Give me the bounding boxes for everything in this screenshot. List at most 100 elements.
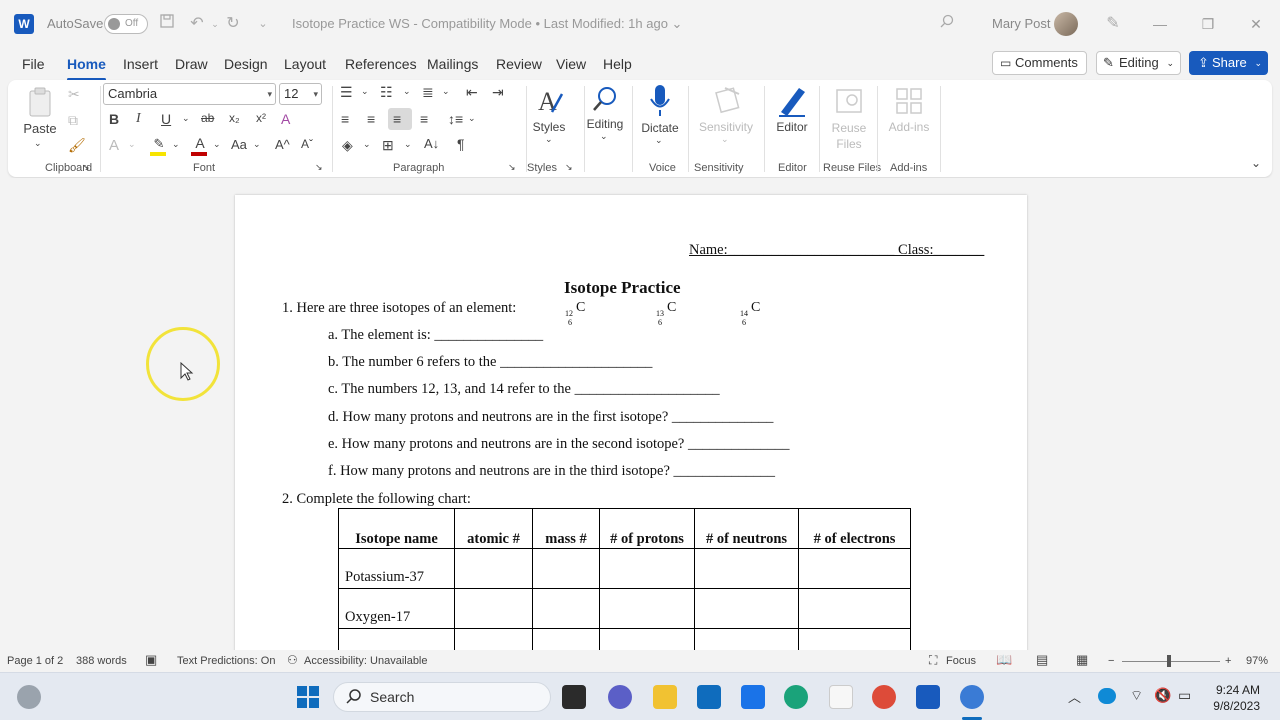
weather-icon[interactable] xyxy=(17,685,41,709)
highlight-icon[interactable]: ✎ xyxy=(150,135,168,157)
find-icon[interactable] xyxy=(590,84,620,114)
taskbar-search[interactable]: Search xyxy=(333,682,551,712)
show-formatting-marks-icon[interactable]: ¶ xyxy=(457,136,465,152)
highlight-dropdown-icon[interactable]: ⌄ xyxy=(172,139,180,150)
snipping-tool-icon[interactable] xyxy=(829,685,853,709)
tab-references[interactable]: References xyxy=(345,56,417,72)
superscript-icon[interactable]: x² xyxy=(256,111,266,125)
multilevel-dropdown-icon[interactable]: ⌄ xyxy=(442,86,450,97)
table-cell[interactable]: Potassium-37 xyxy=(338,548,455,589)
zoom-slider[interactable] xyxy=(1122,661,1220,662)
editor-label[interactable]: Editor xyxy=(770,120,814,134)
reuse-files-label[interactable]: Reuse Files xyxy=(826,120,872,152)
styles-dropdown-icon[interactable]: ⌄ xyxy=(545,134,553,145)
paste-dropdown-icon[interactable]: ⌄ xyxy=(34,138,42,149)
sensitivity-icon[interactable] xyxy=(713,84,743,114)
close-icon[interactable]: ✕ xyxy=(1244,12,1268,36)
table-cell[interactable] xyxy=(599,588,695,629)
avatar[interactable] xyxy=(1054,12,1078,36)
table-cell[interactable] xyxy=(599,548,695,589)
editor-icon[interactable] xyxy=(775,84,809,118)
redo-icon[interactable]: ↻ xyxy=(222,13,244,35)
borders-icon[interactable]: ⊞ xyxy=(382,137,394,154)
paste-label[interactable]: Paste xyxy=(22,121,58,136)
tab-view[interactable]: View xyxy=(556,56,586,72)
tab-mailings[interactable]: Mailings xyxy=(427,56,478,72)
show-hidden-icons-icon[interactable]: ︿ xyxy=(1068,687,1081,706)
bullets-icon[interactable]: ☰ xyxy=(340,84,353,101)
addins-label[interactable]: Add-ins xyxy=(884,120,934,134)
numbering-icon[interactable]: ☷ xyxy=(380,84,393,101)
text-effects-icon[interactable]: A xyxy=(109,137,119,154)
text-effects-dropdown-icon[interactable]: ⌄ xyxy=(128,139,136,150)
windows-start-icon[interactable] xyxy=(296,685,320,709)
shading-dropdown-icon[interactable]: ⌄ xyxy=(363,139,371,150)
dialog-launcher-icon[interactable]: ↘ xyxy=(508,162,516,173)
system-clock[interactable]: 9:24 AM 9/8/2023 xyxy=(1204,682,1260,714)
font-name-combo[interactable]: Cambria ▾ xyxy=(103,83,276,105)
wifi-icon[interactable]: ⌔ xyxy=(1130,687,1143,705)
focus-button[interactable]: Focus xyxy=(946,655,976,667)
edge-icon[interactable] xyxy=(784,685,808,709)
dictate-dropdown-icon[interactable]: ⌄ xyxy=(655,135,663,146)
subscript-icon[interactable]: x₂ xyxy=(229,111,240,125)
editing-dropdown-icon[interactable]: ⌄ xyxy=(600,131,608,142)
document-title[interactable]: Isotope Practice WS - Compatibility Mode… xyxy=(292,16,682,32)
align-left-icon[interactable]: ≡ xyxy=(341,111,349,127)
document-canvas[interactable]: Name:_______________________ Class:_____… xyxy=(0,178,1280,650)
text-predictions-status[interactable]: Text Predictions: On xyxy=(177,655,275,667)
mail-icon[interactable] xyxy=(741,685,765,709)
proofing-icon[interactable]: ▣ xyxy=(145,652,157,668)
dialog-launcher-icon[interactable]: ↘ xyxy=(315,162,323,173)
table-cell[interactable] xyxy=(798,628,911,650)
dialog-launcher-icon[interactable]: ↘ xyxy=(565,162,573,173)
collapse-ribbon-icon[interactable]: ⌄ xyxy=(1251,156,1261,170)
sort-icon[interactable]: A↓ xyxy=(424,136,439,151)
tab-file[interactable]: File xyxy=(22,56,45,72)
line-spacing-icon[interactable]: ↕≡ xyxy=(448,111,463,127)
minimize-icon[interactable]: — xyxy=(1148,12,1172,36)
dialog-launcher-icon[interactable]: ↘ xyxy=(82,162,90,173)
strikethrough-icon[interactable]: ab xyxy=(201,111,214,125)
autosave-toggle[interactable]: Off xyxy=(104,14,148,34)
font-color-dropdown-icon[interactable]: ⌄ xyxy=(213,139,221,150)
grow-font-icon[interactable]: A^ xyxy=(275,137,290,152)
tab-draw[interactable]: Draw xyxy=(175,56,208,72)
zoom-in-icon[interactable]: + xyxy=(1225,655,1231,667)
change-case-dropdown-icon[interactable]: ⌄ xyxy=(253,139,261,150)
battery-icon[interactable]: ▭ xyxy=(1178,687,1191,704)
chrome-icon[interactable] xyxy=(872,685,896,709)
underline-icon[interactable]: U xyxy=(161,111,171,127)
file-explorer-icon[interactable] xyxy=(653,685,677,709)
decrease-indent-icon[interactable]: ⇤ xyxy=(466,84,478,101)
table-cell[interactable] xyxy=(798,588,911,629)
multilevel-list-icon[interactable]: ≣ xyxy=(422,84,434,101)
page-count[interactable]: Page 1 of 2 xyxy=(7,655,63,667)
table-cell[interactable] xyxy=(532,548,600,589)
bullets-dropdown-icon[interactable]: ⌄ xyxy=(361,86,369,97)
addins-icon[interactable] xyxy=(894,86,924,116)
read-mode-icon[interactable]: 📖 xyxy=(996,652,1012,668)
italic-icon[interactable]: I xyxy=(136,111,141,127)
tab-home[interactable]: Home xyxy=(67,56,106,81)
paste-icon[interactable] xyxy=(26,86,54,118)
zoom-out-icon[interactable]: − xyxy=(1108,655,1114,667)
pen-icon[interactable]: ✎ xyxy=(1102,13,1124,35)
tab-layout[interactable]: Layout xyxy=(284,56,326,72)
align-center-icon[interactable]: ≡ xyxy=(367,111,375,127)
isotope-chart-table[interactable]: Isotope name atomic # mass # # of proton… xyxy=(338,508,911,650)
table-cell[interactable] xyxy=(454,548,533,589)
table-cell[interactable] xyxy=(454,588,533,629)
onedrive-icon[interactable] xyxy=(1098,688,1116,704)
copy-icon[interactable]: ⧉ xyxy=(68,112,78,129)
web-layout-icon[interactable]: ▦ xyxy=(1076,652,1088,668)
zoom-slider-thumb[interactable] xyxy=(1167,655,1171,667)
customize-qat-icon[interactable]: ⌄ xyxy=(252,13,274,35)
bold-icon[interactable]: B xyxy=(109,111,119,127)
print-layout-icon[interactable]: ▤ xyxy=(1036,652,1048,668)
shading-icon[interactable]: ◈ xyxy=(342,137,353,154)
microphone-icon[interactable] xyxy=(649,84,671,118)
comments-button[interactable]: ▭ Comments xyxy=(992,51,1087,75)
user-name[interactable]: Mary Post xyxy=(992,16,1051,31)
change-case-icon[interactable]: Aa xyxy=(231,137,247,152)
